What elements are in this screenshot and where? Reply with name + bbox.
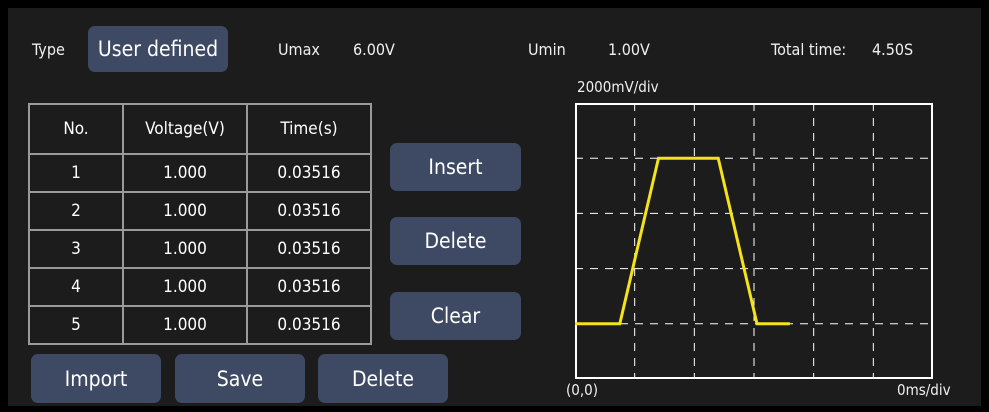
cell-voltage[interactable]: 1.000 xyxy=(122,305,248,345)
umax-value[interactable]: 6.00V xyxy=(353,40,395,59)
table-header-row: No. Voltage(V) Time(s) xyxy=(28,103,372,155)
cell-voltage[interactable]: 1.000 xyxy=(122,191,248,231)
cell-voltage[interactable]: 1.000 xyxy=(122,153,248,193)
x-scale-label: 0ms/div xyxy=(897,381,951,399)
cell-no: 2 xyxy=(28,191,124,231)
table-row[interactable]: 1 1.000 0.03516 xyxy=(28,153,372,193)
umin-label: Umin xyxy=(528,40,566,59)
waveform-trace xyxy=(575,156,790,326)
type-label: Type xyxy=(32,40,65,59)
cell-no: 4 xyxy=(28,267,124,307)
point-table: No. Voltage(V) Time(s) 1 1.000 0.03516 2… xyxy=(28,103,372,345)
total-time-label: Total time: xyxy=(771,40,847,59)
import-button[interactable]: Import xyxy=(31,354,161,403)
column-header-no: No. xyxy=(28,103,124,155)
cell-no: 1 xyxy=(28,153,124,193)
waveform-preview xyxy=(575,103,933,379)
insert-button[interactable]: Insert xyxy=(390,143,521,191)
cell-no: 3 xyxy=(28,229,124,269)
table-row[interactable]: 3 1.000 0.03516 xyxy=(28,229,372,269)
cell-time[interactable]: 0.03516 xyxy=(246,305,372,345)
save-button[interactable]: Save xyxy=(175,354,305,403)
table-row[interactable]: 5 1.000 0.03516 xyxy=(28,305,372,345)
cell-time[interactable]: 0.03516 xyxy=(246,153,372,193)
cell-voltage[interactable]: 1.000 xyxy=(122,267,248,307)
cell-time[interactable]: 0.03516 xyxy=(246,229,372,269)
cell-voltage[interactable]: 1.000 xyxy=(122,229,248,269)
umax-label: Umax xyxy=(278,40,320,59)
total-time-value[interactable]: 4.50S xyxy=(872,40,913,59)
umin-value[interactable]: 1.00V xyxy=(608,40,650,59)
cell-time[interactable]: 0.03516 xyxy=(246,267,372,307)
origin-label: (0,0) xyxy=(566,381,598,399)
table-row[interactable]: 2 1.000 0.03516 xyxy=(28,191,372,231)
column-header-time: Time(s) xyxy=(246,103,372,155)
type-selector-button[interactable]: User defined xyxy=(88,26,228,72)
table-row[interactable]: 4 1.000 0.03516 xyxy=(28,267,372,307)
cell-no: 5 xyxy=(28,305,124,345)
clear-button[interactable]: Clear xyxy=(390,292,521,340)
column-header-voltage: Voltage(V) xyxy=(122,103,248,155)
y-scale-label: 2000mV/div xyxy=(577,78,659,96)
delete-file-button[interactable]: Delete xyxy=(318,354,448,403)
delete-row-button[interactable]: Delete xyxy=(390,217,521,265)
cell-time[interactable]: 0.03516 xyxy=(246,191,372,231)
chart-grid xyxy=(575,103,933,379)
